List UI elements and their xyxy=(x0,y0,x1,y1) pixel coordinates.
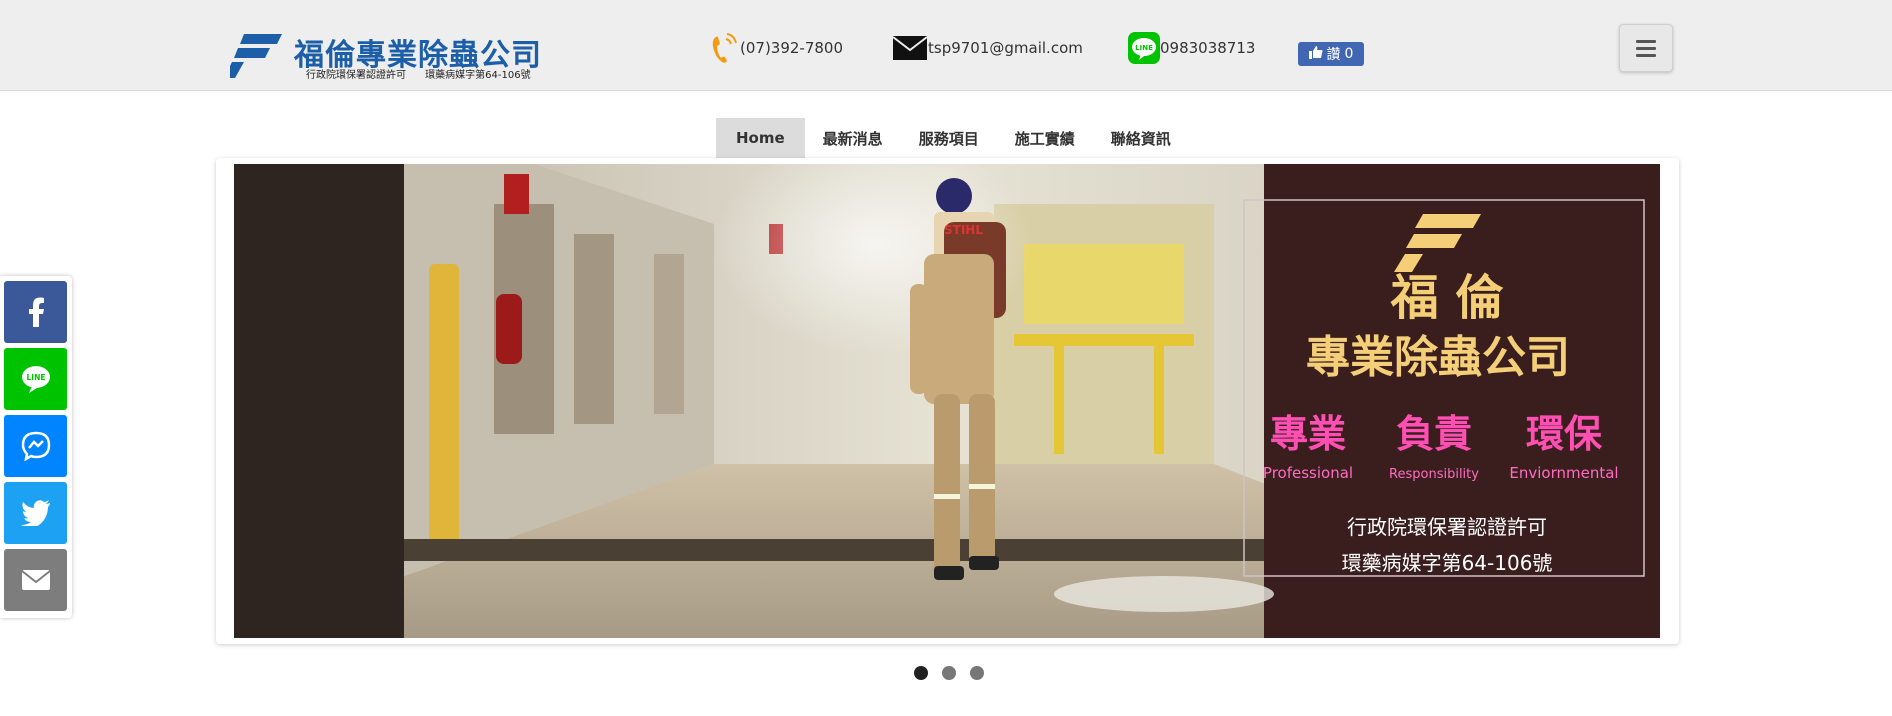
nav-item-contact[interactable]: 聯絡資訊 xyxy=(1093,118,1189,158)
hamburger-menu-button[interactable] xyxy=(1619,24,1673,72)
thumbs-up-icon xyxy=(1308,45,1323,63)
slide-brand-line1: 福 倫 xyxy=(1390,270,1505,326)
facebook-like-count: 0 xyxy=(1344,46,1354,62)
svg-text:LINE: LINE xyxy=(1135,44,1153,52)
facebook-like-button[interactable]: 讚 0 xyxy=(1298,42,1364,66)
line-id: 0983038713 xyxy=(1160,39,1256,57)
line-icon: LINE xyxy=(21,366,50,393)
svg-text:LINE: LINE xyxy=(26,373,45,382)
slide-illustration: STIHL 福 倫 專業除蟲公司 專業 負責 環保 Professional R… xyxy=(234,164,1660,638)
nav-item-home[interactable]: Home xyxy=(716,118,805,158)
messenger-icon xyxy=(21,431,50,461)
logo-subtitle: 行政院環保署認證許可 環藥病媒字第64-106號 xyxy=(306,70,531,81)
slide-value-professional: 專業 xyxy=(1270,412,1346,456)
logo-mark-icon xyxy=(230,34,282,78)
slide-value-en-responsibility: Responsibility xyxy=(1389,467,1479,482)
slider-dots xyxy=(914,666,984,680)
line-app-icon: LINE xyxy=(1128,32,1160,64)
site-logo[interactable]: 福倫專業除蟲公司 行政院環保署認證許可 環藥病媒字第64-106號 xyxy=(230,32,550,82)
hero-slider[interactable]: STIHL 福 倫 專業除蟲公司 專業 負責 環保 Professional R… xyxy=(216,158,1679,644)
main-nav: Home 最新消息 服務項目 施工實績 聯絡資訊 xyxy=(716,118,1189,158)
svg-text:STIHL: STIHL xyxy=(944,223,983,237)
share-facebook-button[interactable] xyxy=(4,281,67,343)
nav-item-projects[interactable]: 施工實績 xyxy=(997,118,1093,158)
email-address: tsp9701@gmail.com xyxy=(928,39,1083,57)
envelope-icon xyxy=(892,34,928,62)
share-messenger-button[interactable] xyxy=(4,415,67,477)
slider-dot-3[interactable] xyxy=(970,666,984,680)
phone-icon xyxy=(710,31,740,65)
slide-value-responsibility: 負責 xyxy=(1396,412,1472,456)
slide-value-environmental: 環保 xyxy=(1526,412,1603,456)
share-email-button[interactable] xyxy=(4,549,67,611)
social-share-bar: LINE xyxy=(0,276,72,618)
nav-item-news[interactable]: 最新消息 xyxy=(805,118,901,158)
slide-cert-line2: 環藥病媒字第64-106號 xyxy=(1342,551,1553,575)
contact-line[interactable]: LINE 0983038713 xyxy=(1128,30,1255,66)
slider-dot-2[interactable] xyxy=(942,666,956,680)
slide-value-en-professional: Professional xyxy=(1263,464,1353,482)
contact-phone[interactable]: (07)392-7800 xyxy=(710,30,843,66)
menu-bar-icon xyxy=(1636,53,1656,57)
contact-email[interactable]: tsp9701@gmail.com xyxy=(892,30,1083,66)
page: 福倫專業除蟲公司 行政院環保署認證許可 環藥病媒字第64-106號 (07)39… xyxy=(0,0,1892,716)
phone-number: (07)392-7800 xyxy=(740,39,844,57)
twitter-icon xyxy=(20,500,50,526)
facebook-icon xyxy=(28,297,44,327)
share-twitter-button[interactable] xyxy=(4,482,67,544)
menu-bar-icon xyxy=(1636,46,1656,50)
slide-cert-line1: 行政院環保署認證許可 xyxy=(1347,515,1547,539)
slide-brand-line2: 專業除蟲公司 xyxy=(1306,332,1570,383)
facebook-like-label: 讚 xyxy=(1326,47,1341,63)
slide-image: STIHL 福 倫 專業除蟲公司 專業 負責 環保 Professional R… xyxy=(234,164,1660,638)
site-header: 福倫專業除蟲公司 行政院環保署認證許可 環藥病媒字第64-106號 (07)39… xyxy=(0,0,1892,91)
slider-dot-1[interactable] xyxy=(914,666,928,680)
menu-bar-icon xyxy=(1636,39,1656,43)
nav-item-services[interactable]: 服務項目 xyxy=(901,118,997,158)
email-icon xyxy=(20,570,51,590)
slide-value-en-environmental: Enviornmental xyxy=(1509,464,1618,482)
share-line-button[interactable]: LINE xyxy=(4,348,67,410)
